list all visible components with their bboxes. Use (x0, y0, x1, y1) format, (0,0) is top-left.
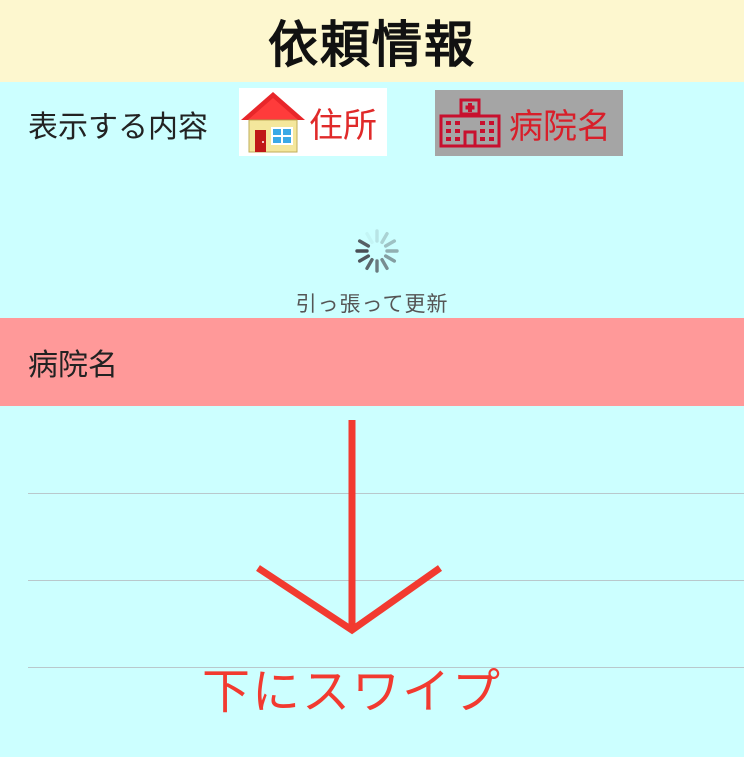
section-title: 病院名 (28, 348, 118, 383)
list-section-header: 病院名 (0, 318, 744, 406)
page-title: 依頼情報 (268, 16, 476, 74)
hospital-name-filter-button[interactable]: 病院名 (435, 90, 623, 156)
app-header: 依頼情報 (0, 0, 744, 82)
house-icon (241, 92, 305, 153)
address-filter-button[interactable]: 住所 (239, 88, 387, 156)
down-arrow-icon (256, 420, 443, 635)
address-filter-label: 住所 (309, 105, 377, 146)
display-content-label: 表示する内容 (28, 110, 208, 145)
loading-spinner-icon (355, 229, 399, 273)
hospital-name-filter-label: 病院名 (509, 106, 611, 147)
hospital-icon (439, 98, 501, 148)
pull-to-refresh-label: 引っ張って更新 (295, 292, 449, 316)
swipe-down-hint: 下にスワイプ (201, 664, 502, 720)
